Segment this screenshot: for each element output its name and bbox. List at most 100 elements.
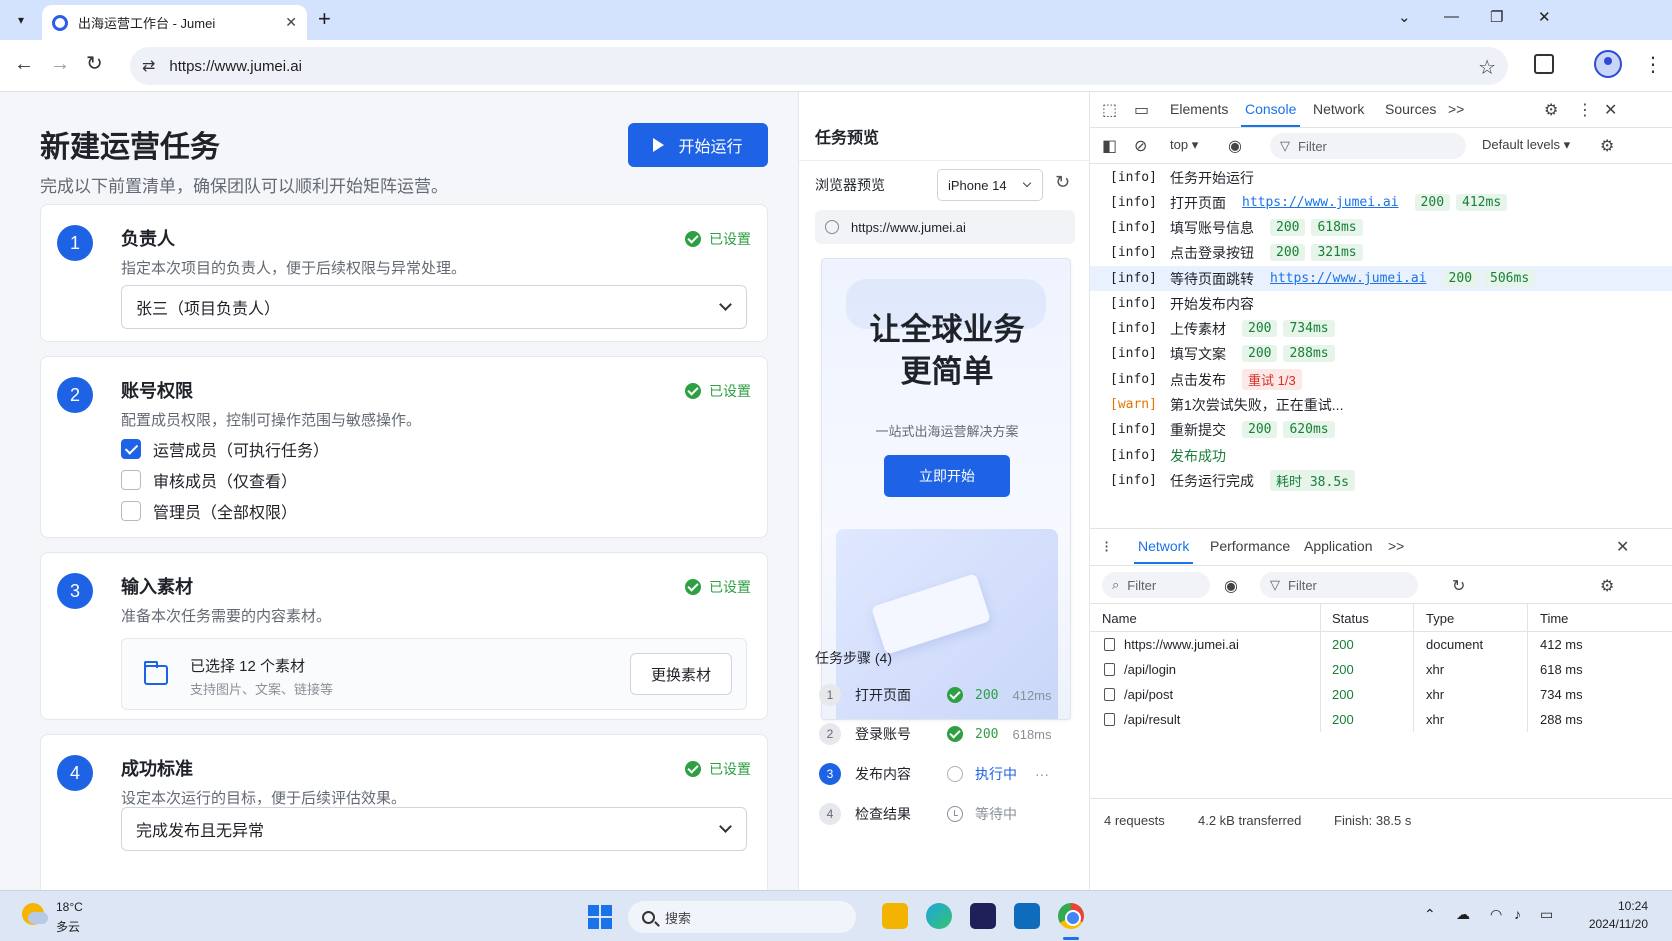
clear-console-icon[interactable]: ⊘ — [1134, 136, 1147, 156]
card-description: 指定本次项目的负责人，便于后续权限与异常处理。 — [121, 260, 467, 277]
extensions-icon[interactable] — [1534, 54, 1554, 74]
minimize-button[interactable]: — — [1444, 8, 1459, 25]
log-status-code: 200 — [1270, 244, 1306, 261]
devtools-panel: ⬚ ▭ Elements Console Network Sources >> … — [1090, 92, 1672, 890]
outlook-icon[interactable] — [1014, 903, 1040, 929]
drawer-tab-network[interactable]: Network — [1133, 538, 1194, 564]
inspect-element-icon[interactable]: ⬚ — [1102, 100, 1117, 120]
log-message: 上传素材 — [1170, 320, 1226, 337]
context-select[interactable]: top ▾ — [1170, 137, 1198, 153]
eye-icon[interactable]: ◉ — [1224, 576, 1238, 596]
log-levels-select[interactable]: Default levels ▾ — [1482, 137, 1570, 153]
card-success-criteria: 4 成功标准 设定本次运行的目标，便于后续评估效果。 已设置 完成发布且无异常 — [40, 734, 768, 890]
start-run-button[interactable]: 开始运行 — [628, 123, 768, 167]
more-tabs-icon[interactable]: >> — [1448, 101, 1464, 117]
browser-menu-icon[interactable]: ⋮ — [1643, 52, 1663, 77]
close-window-button[interactable]: ✕ — [1538, 8, 1551, 26]
owner-select[interactable]: 张三（项目负责人） — [121, 285, 747, 329]
column-header-time[interactable]: Time — [1540, 611, 1568, 626]
battery-icon[interactable]: ▭ — [1540, 906, 1553, 923]
drawer-tab-application[interactable]: Application — [1304, 538, 1373, 554]
address-url[interactable]: https://www.jumei.ai — [169, 58, 302, 75]
request-name: /api/result — [1124, 712, 1181, 727]
new-tab-button[interactable]: + — [318, 8, 331, 30]
devtools-menu-icon[interactable]: ⋮ — [1577, 100, 1593, 120]
taskbar-search[interactable]: 搜索 — [628, 901, 856, 933]
chrome-icon[interactable] — [1058, 903, 1084, 929]
close-tab-icon[interactable]: ✕ — [285, 14, 297, 31]
tab-sources[interactable]: Sources — [1385, 101, 1436, 117]
browser-tab-active[interactable]: 出海运营工作台 - Jumei ✕ — [42, 5, 307, 40]
drawer-menu-icon[interactable]: ⁝ — [1104, 537, 1109, 557]
settings-gear-icon[interactable]: ⚙ — [1544, 100, 1558, 120]
drawer-tab-performance[interactable]: Performance — [1210, 538, 1290, 554]
search-icon: ⌕ — [1112, 577, 1120, 592]
permission-option-reviewer[interactable]: 审核成员（仅查看） — [121, 468, 297, 492]
network-settings-gear-icon[interactable]: ⚙ — [1600, 576, 1614, 596]
permission-option-label: 管理员（全部权限） — [153, 505, 298, 522]
network-request-row[interactable]: /api/login 200 xhr 618 ms — [1090, 657, 1672, 682]
console-filter-input[interactable]: ▽ Filter — [1270, 133, 1466, 159]
profile-avatar[interactable] — [1594, 50, 1622, 78]
weather-temperature[interactable]: 18°C — [56, 900, 83, 914]
reload-icon[interactable]: ↻ — [86, 54, 103, 74]
success-criteria-select[interactable]: 完成发布且无异常 — [121, 807, 747, 851]
tab-search-button[interactable]: ▾ — [8, 8, 34, 32]
bookmark-star-icon[interactable]: ☆ — [1478, 55, 1496, 80]
drawer-more-tabs-icon[interactable]: >> — [1388, 538, 1404, 554]
check-circle-icon — [947, 687, 963, 703]
network-request-row[interactable]: /api/result 200 xhr 288 ms — [1090, 707, 1672, 732]
clock-date[interactable]: 2024/11/20 — [1568, 917, 1648, 931]
change-material-button[interactable]: 更换素材 — [630, 653, 732, 695]
hero-start-button[interactable]: 立即开始 — [884, 455, 1010, 497]
onedrive-cloud-icon[interactable]: ☁ — [1456, 906, 1470, 923]
volume-icon[interactable]: ♪ — [1514, 906, 1521, 922]
tab-network[interactable]: Network — [1313, 101, 1364, 117]
edge-browser-icon[interactable] — [926, 903, 952, 929]
weather-condition[interactable]: 多云 — [56, 918, 80, 935]
restore-button[interactable]: ❐ — [1490, 8, 1503, 26]
forward-arrow-icon[interactable]: → — [50, 54, 70, 74]
network-search-input[interactable]: ⌕ Filter — [1102, 572, 1210, 598]
tab-console[interactable]: Console — [1240, 101, 1301, 127]
tray-overflow-chevron-icon[interactable]: ⌃ — [1424, 906, 1436, 923]
log-link[interactable]: https://www.jumei.ai — [1270, 271, 1427, 286]
column-header-type[interactable]: Type — [1426, 611, 1454, 626]
address-bar[interactable]: ⇄ https://www.jumei.ai ☆ — [130, 47, 1508, 85]
close-devtools-icon[interactable]: ✕ — [1604, 100, 1617, 120]
tab-elements[interactable]: Elements — [1170, 101, 1228, 117]
checkbox-unchecked[interactable] — [121, 470, 141, 490]
log-level: [info] — [1110, 346, 1157, 361]
console-settings-gear-icon[interactable]: ⚙ — [1600, 136, 1614, 156]
column-header-name[interactable]: Name — [1102, 611, 1137, 626]
device-toolbar-icon[interactable]: ▭ — [1134, 100, 1149, 120]
clock-time[interactable]: 10:24 — [1588, 899, 1648, 913]
checkbox-checked[interactable] — [121, 439, 141, 459]
permission-option-admin[interactable]: 管理员（全部权限） — [121, 499, 297, 523]
weather-cloud-icon[interactable] — [22, 903, 48, 925]
permission-option-operator[interactable]: 运营成员（可执行任务） — [121, 437, 329, 461]
network-request-row[interactable]: /api/post 200 xhr 734 ms — [1090, 682, 1672, 707]
column-header-status[interactable]: Status — [1332, 611, 1369, 626]
windows-start-icon[interactable] — [588, 905, 612, 929]
sidebar-toggle-icon[interactable]: ◧ — [1102, 136, 1117, 156]
file-explorer-icon[interactable] — [882, 903, 908, 929]
network-filter-input[interactable]: ▽ Filter — [1260, 572, 1418, 598]
device-select[interactable]: iPhone 14 — [937, 169, 1043, 201]
reload-icon[interactable]: ↻ — [1452, 576, 1465, 596]
refresh-icon[interactable]: ↻ — [1055, 172, 1070, 193]
close-drawer-icon[interactable]: ✕ — [1616, 537, 1629, 557]
log-link[interactable]: https://www.jumei.ai — [1242, 195, 1399, 210]
network-request-row[interactable]: https://www.jumei.ai 200 document 412 ms — [1090, 632, 1672, 657]
microsoft-store-icon[interactable] — [970, 903, 996, 929]
step-name: 发布内容 — [855, 766, 911, 782]
site-settings-icon[interactable]: ⇄ — [142, 56, 155, 76]
back-arrow-icon[interactable]: ← — [14, 54, 34, 74]
checkbox-unchecked[interactable] — [121, 501, 141, 521]
play-icon — [653, 138, 665, 152]
status-badge-label: 已设置 — [709, 383, 751, 399]
wifi-icon[interactable]: ◠ — [1490, 906, 1502, 923]
tab-list-chevron-icon[interactable]: ⌄ — [1398, 8, 1411, 26]
eye-icon[interactable]: ◉ — [1228, 136, 1242, 156]
chevron-down-icon — [719, 820, 732, 833]
